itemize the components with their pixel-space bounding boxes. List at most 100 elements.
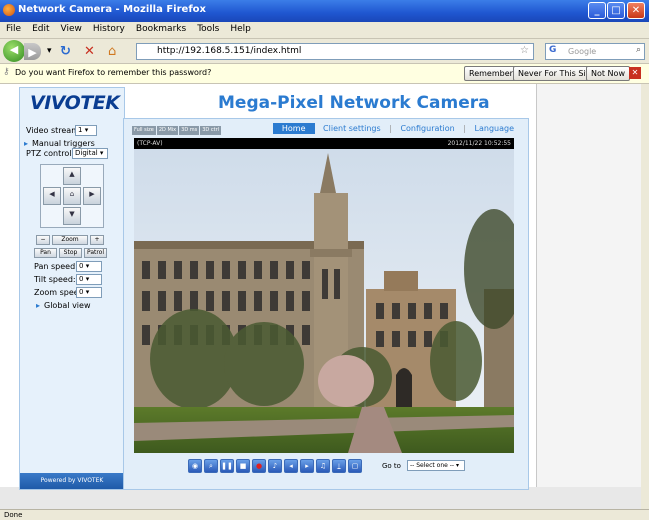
global-view-link[interactable]: Global view [44, 301, 90, 310]
manual-triggers-link[interactable]: Manual triggers [32, 139, 95, 148]
search-placeholder: Google [568, 47, 597, 56]
mute-icon[interactable]: ◂ [284, 459, 298, 473]
star-icon[interactable]: ☆ [520, 45, 529, 56]
stream-tab-4[interactable]: 3D ctrl [200, 126, 222, 135]
global-view-arrow-icon: ▸ [36, 301, 41, 310]
video-stream-value: 1 [78, 126, 83, 134]
patrol-button[interactable]: Patrol [84, 248, 107, 258]
tilt-up-button[interactable]: ▲ [63, 167, 81, 185]
pan-speed-select[interactable]: 0 ▾ [76, 261, 102, 272]
zoom-label: Zoom [52, 235, 88, 245]
mic-volume-icon[interactable]: ♫ [316, 459, 330, 473]
main-video-panel: Full size 2D Mix 3D ms 3D ctrl Home Clie… [123, 118, 529, 490]
stop-button[interactable]: Stop [59, 248, 82, 258]
pan-speed-label: Pan speed: [34, 262, 78, 271]
not-now-button[interactable]: Not Now [586, 66, 630, 81]
expand-arrow-icon: ▸ [24, 139, 29, 148]
back-button[interactable]: ◀ [3, 40, 25, 62]
status-bar: Done [0, 509, 649, 520]
url-bar[interactable]: http://192.168.5.151/index.html ☆ [136, 43, 534, 60]
window-title: Network Camera - Mozilla Firefox [18, 4, 206, 15]
video-stream-label: Video stream: [26, 126, 82, 135]
minimize-icon[interactable]: _ [588, 2, 606, 19]
goto-select[interactable]: -- Select one -- ▾ [407, 460, 465, 471]
menu-view[interactable]: View [55, 22, 87, 34]
close-icon[interactable]: ✕ [627, 2, 645, 19]
menu-edit[interactable]: Edit [26, 22, 54, 34]
reload-icon[interactable]: ↻ [60, 44, 71, 59]
search-input[interactable]: Google G ⌕ [545, 43, 645, 60]
ptz-direction-pad: ▲ ▼ ◀ ▶ ⌂ [40, 164, 104, 228]
pan-button[interactable]: Pan [34, 248, 57, 258]
zoom-speed-value: 0 [79, 288, 84, 296]
menu-file[interactable]: File [0, 22, 26, 34]
video-stream-select[interactable]: 1 ▾ [75, 125, 97, 136]
forward-button[interactable]: ▶ [24, 43, 41, 60]
tilt-down-button[interactable]: ▼ [63, 207, 81, 225]
video-frame-image [134, 149, 514, 453]
timestamp: 2012/11/22 10:52:55 [447, 140, 511, 147]
pan-right-button[interactable]: ▶ [83, 187, 101, 205]
goto-value: -- Select one -- [410, 462, 455, 469]
video-info-bar: (TCP-AV) 2012/11/22 10:52:55 [134, 138, 514, 149]
tilt-speed-value: 0 [79, 275, 84, 283]
fullscreen-icon[interactable]: ▢ [348, 459, 362, 473]
menu-bookmarks[interactable]: Bookmarks [130, 22, 191, 34]
vivotek-logo: VIVOTEK [30, 92, 120, 114]
menu-history[interactable]: History [87, 22, 130, 34]
menu-help[interactable]: Help [224, 22, 256, 34]
menu-bar: File Edit View History Bookmarks Tools Help [0, 22, 649, 39]
close-notification-icon[interactable]: ✕ [629, 67, 641, 79]
camera-video-feed[interactable] [134, 149, 514, 453]
nav-toolbar: ◀ ▶ ▾ ↻ ✕ ⌂ http://192.168.5.151/index.h… [0, 39, 649, 64]
remember-button[interactable]: Remember [464, 66, 518, 81]
pause-icon[interactable]: ❚❚ [220, 459, 234, 473]
record-icon[interactable]: ● [252, 459, 266, 473]
stream-tab-1[interactable]: Full size [132, 126, 156, 135]
ptz-control-label: PTZ control [26, 149, 72, 158]
stream-tab-3[interactable]: 3D ms [179, 126, 200, 135]
snapshot-icon[interactable]: ◉ [188, 459, 202, 473]
talk-icon[interactable]: ▸ [300, 459, 314, 473]
search-icon[interactable]: ⌕ [636, 45, 641, 55]
powered-by-footer: Powered by VIVOTEK [20, 473, 124, 489]
url-text: http://192.168.5.151/index.html [157, 46, 302, 56]
volume-icon[interactable]: ♪ [268, 459, 282, 473]
mic-mute-icon[interactable]: ⍊ [332, 459, 346, 473]
zoom-in-button[interactable]: + [90, 235, 104, 245]
maximize-icon[interactable]: □ [607, 2, 625, 19]
zoom-speed-select[interactable]: 0 ▾ [76, 287, 102, 298]
zoom-out-button[interactable]: − [36, 235, 50, 245]
goto-label: Go to [382, 462, 401, 470]
nav-client-settings[interactable]: Client settings [323, 124, 381, 133]
stop-icon[interactable]: ✕ [84, 44, 95, 59]
right-blank-area [536, 84, 641, 487]
nav-language[interactable]: Language [475, 124, 514, 133]
pan-left-button[interactable]: ◀ [43, 187, 61, 205]
ptz-control-value: Digital [75, 149, 98, 157]
stop-icon[interactable]: ■ [236, 459, 250, 473]
menu-tools[interactable]: Tools [191, 22, 224, 34]
pan-speed-value: 0 [79, 262, 84, 270]
vertical-scrollbar[interactable] [641, 84, 649, 509]
google-icon: G [549, 45, 557, 55]
home-icon[interactable]: ⌂ [108, 44, 116, 59]
status-text: Done [4, 511, 23, 519]
stream-tab-2[interactable]: 2D Mix [156, 126, 179, 135]
firefox-icon [3, 4, 15, 16]
password-notification-bar: ⚷ Do you want Firefox to remember this p… [0, 64, 649, 84]
ptz-control-select[interactable]: Digital ▾ [72, 148, 108, 159]
dropdown-icon[interactable]: ▾ [47, 46, 52, 56]
stream-protocol: (TCP-AV) [137, 140, 163, 147]
digital-zoom-icon[interactable]: ⌕ [204, 459, 218, 473]
top-nav-links: Home Client settings | Configuration | L… [267, 123, 514, 134]
tilt-speed-select[interactable]: 0 ▾ [76, 274, 102, 285]
stream-tabs: Full size 2D Mix 3D ms 3D ctrl [132, 126, 222, 135]
nav-home[interactable]: Home [272, 123, 315, 134]
tilt-speed-label: Tilt speed: [34, 275, 76, 284]
key-icon: ⚷ [3, 67, 10, 77]
left-control-panel: VIVOTEK Video stream: 1 ▾ ▸ Manual trigg… [19, 87, 125, 490]
home-position-button[interactable]: ⌂ [63, 187, 81, 205]
nav-configuration[interactable]: Configuration [400, 124, 454, 133]
bottom-blank-area [0, 487, 641, 509]
